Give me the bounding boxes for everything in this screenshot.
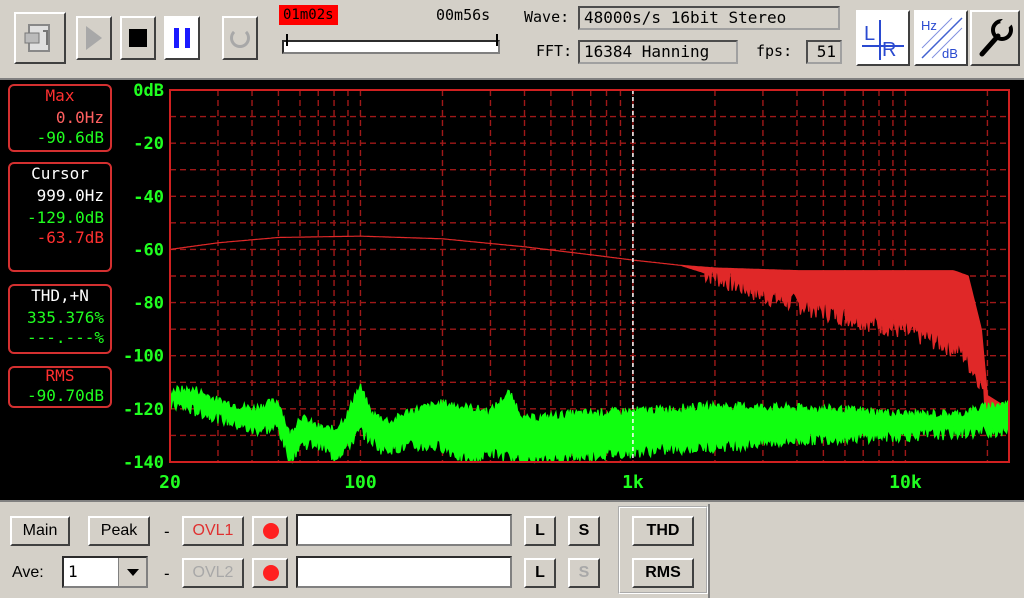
time-elapsed: 01m02s (279, 5, 338, 25)
dash-2: - (162, 564, 172, 583)
record-button-2[interactable] (252, 558, 288, 588)
toolbar: 01m02s 00m56s Wave: 48000s/s 16bit Stere… (0, 0, 1024, 80)
svg-text:dB: dB (942, 46, 958, 61)
slider-end-tick (496, 34, 498, 46)
x-tick-label: 10k (889, 472, 922, 493)
spectrum-plot[interactable]: 0dB -20 -40 -60 -80 -100 -120 -140 20 100 1k 10k (115, 80, 1024, 500)
x-tick-label: 20 (159, 472, 181, 493)
y-tick-label: -60 (133, 240, 164, 260)
stop-icon (129, 29, 147, 47)
dash-1: - (162, 522, 172, 541)
chevron-down-icon (126, 568, 139, 576)
ave-label: Ave: (12, 564, 44, 581)
x-axis-ticks: 20 100 1k 10k (159, 472, 922, 493)
fft-setting-field[interactable]: 16384 Hanning (578, 40, 738, 64)
hz-db-icon: Hz dB (921, 17, 963, 61)
settings-button[interactable] (970, 10, 1020, 66)
play-icon (86, 26, 102, 50)
svg-text:R: R (882, 39, 896, 61)
rms-panel: RMS -90.70dB (8, 366, 112, 408)
ovl2-indicator[interactable]: OVL2 (182, 558, 244, 588)
y-tick-label: 0dB (133, 81, 164, 101)
spectrum-chart[interactable]: 0dB -20 -40 -60 -80 -100 -120 -140 20 100 1k 10k (115, 80, 1024, 500)
svg-text:L: L (864, 23, 875, 45)
readout-sidebar: Max 0.0Hz -90.6dB Cursor 999.0Hz -129.0d… (0, 80, 115, 500)
ave-value: 1 (68, 562, 78, 581)
loop-icon (230, 28, 250, 48)
record-dot-icon (263, 565, 279, 581)
y-tick-label: -140 (123, 453, 164, 473)
cursor-freq: 999.0Hz (36, 186, 104, 205)
y-tick-label: -100 (123, 347, 164, 367)
divider (708, 504, 710, 598)
y-axis-ticks: 0dB -20 -40 -60 -80 -100 -120 -140 (123, 81, 164, 473)
wave-label: Wave: (524, 8, 570, 26)
channel-lr-button[interactable]: L R (856, 10, 910, 66)
thd-value-green: 335.376% (26, 308, 104, 327)
y-tick-label: -20 (133, 134, 164, 154)
play-button[interactable] (76, 16, 112, 60)
bottom-controls: Main Peak - OVL1 L S Ave: 1 - OVL2 L S T… (0, 500, 1024, 598)
stop-button[interactable] (120, 16, 156, 60)
max-freq: 0.0Hz (55, 108, 104, 127)
cursor-title: Cursor (31, 164, 89, 183)
record-loop-button[interactable] (222, 16, 258, 60)
main-button[interactable]: Main (10, 516, 70, 546)
pause-button[interactable] (164, 16, 200, 60)
ovl1-indicator[interactable]: OVL1 (182, 516, 244, 546)
record-dot-icon (263, 523, 279, 539)
rms-value: -90.70dB (26, 386, 104, 405)
plot-series (169, 235, 1010, 465)
series-band-green (169, 383, 1010, 465)
ovl2-text-field[interactable] (296, 556, 512, 588)
peak-button[interactable]: Peak (88, 516, 150, 546)
wrench-icon (979, 15, 1014, 57)
record-button-1[interactable] (252, 516, 288, 546)
thd-title: THD,+N (31, 286, 89, 305)
wave-format-field: 48000s/s 16bit Stereo (578, 6, 840, 30)
axis-settings-button[interactable]: Hz dB (914, 10, 968, 66)
rms-title: RMS (45, 366, 75, 385)
l-button-2[interactable]: L (524, 558, 556, 588)
y-tick-label: -80 (133, 294, 164, 314)
rms-button[interactable]: RMS (632, 558, 694, 588)
fft-label: FFT: (536, 42, 573, 60)
l-button-1[interactable]: L (524, 516, 556, 546)
s-button-1[interactable]: S (568, 516, 600, 546)
y-tick-label: -120 (123, 400, 164, 420)
cursor-level-green: -129.0dB (26, 208, 104, 227)
x-tick-label: 100 (344, 472, 377, 493)
cursor-panel: Cursor 999.0Hz -129.0dB -63.7dB (8, 162, 112, 272)
file-icon (24, 24, 50, 52)
fps-value: 51 (806, 40, 842, 64)
max-title: Max (45, 86, 75, 105)
thd-button[interactable]: THD (632, 516, 694, 546)
time-remaining: 00m56s (436, 6, 491, 24)
x-tick-label: 1k (622, 472, 644, 493)
series-band-red (169, 235, 1010, 429)
ovl1-text-field[interactable] (296, 514, 512, 546)
thd-panel: THD,+N 335.376% ---.---% (8, 284, 112, 354)
max-panel: Max 0.0Hz -90.6dB (8, 84, 112, 152)
s-button-2[interactable]: S (568, 558, 600, 588)
y-tick-label: -40 (133, 187, 164, 207)
pause-icon (174, 28, 190, 48)
svg-text:Hz: Hz (921, 18, 937, 33)
cursor-level-red: -63.7dB (36, 228, 104, 247)
thd-value-dim: ---.---% (26, 328, 104, 347)
max-level: -90.6dB (36, 128, 104, 147)
lr-channel-icon: L R (862, 20, 904, 61)
open-file-button[interactable] (14, 12, 66, 64)
fps-label: fps: (756, 42, 793, 60)
playback-slider[interactable] (282, 40, 500, 54)
ave-dropdown-button[interactable] (118, 558, 146, 586)
ave-select[interactable]: 1 (62, 556, 148, 588)
slider-thumb[interactable] (286, 34, 289, 46)
